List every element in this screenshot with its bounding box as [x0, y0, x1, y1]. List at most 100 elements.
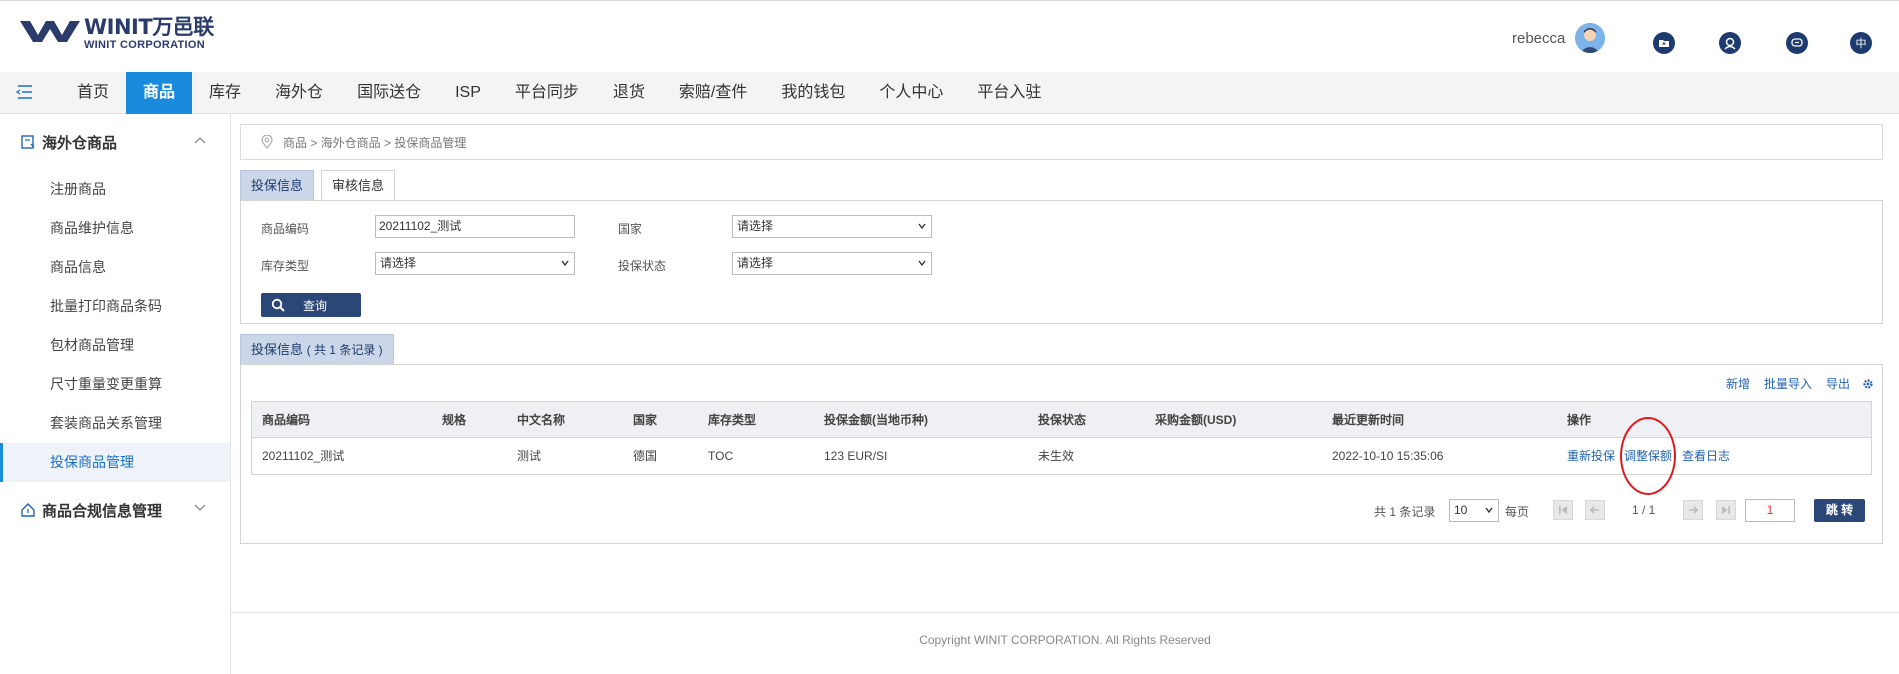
cell-stock-type: TOC — [708, 449, 734, 463]
nav-item-10[interactable]: 个人中心 — [862, 72, 960, 114]
upload-folder-icon[interactable] — [1653, 32, 1675, 54]
sidebar-item-3[interactable]: 批量打印商品条码 — [0, 287, 230, 326]
dropdown-arrow-icon — [918, 260, 926, 267]
dropdown-arrow-icon — [561, 260, 569, 267]
nav-item-7[interactable]: 退货 — [596, 72, 662, 114]
first-page-button[interactable] — [1553, 500, 1573, 520]
sidebar-item-2[interactable]: 商品信息 — [0, 248, 230, 287]
footer-copyright: Copyright WINIT CORPORATION. All Rights … — [919, 633, 1211, 647]
tab-insurance-info[interactable]: 投保信息 — [240, 170, 315, 200]
stock-type-select-value: 请选择 — [380, 256, 417, 270]
search-panel: 商品编码 20211102_测试 国家 请选择 库存类型 请选择 投保状态 请选… — [240, 200, 1883, 324]
page-number-input[interactable]: 1 — [1745, 499, 1795, 522]
batch-import-button[interactable]: 批量导入 — [1764, 375, 1812, 392]
sidebar-items: 注册商品 商品维护信息 商品信息 批量打印商品条码 包材商品管理 尺寸重量变更重算 套装商品… — [0, 170, 230, 482]
page-size-value: 10 — [1454, 503, 1468, 517]
country-select-value: 请选择 — [737, 219, 774, 233]
nav-item-11[interactable]: 平台入驻 — [960, 72, 1058, 114]
dropdown-arrow-icon — [918, 223, 926, 230]
col-operations: 操作 — [1567, 413, 1592, 427]
dropdown-arrow-icon — [1485, 507, 1493, 514]
insure-status-label: 投保状态 — [618, 259, 667, 273]
winit-logo[interactable]: WINIT万邑联 WINIT CORPORATION — [20, 15, 214, 55]
result-toolbar: 新增 批量导入 导出 — [1712, 375, 1874, 392]
cell-country: 德国 — [633, 449, 658, 463]
result-tab[interactable]: 投保信息 ( 共 1 条记录 ) — [240, 334, 394, 364]
country-select[interactable]: 请选择 — [732, 215, 932, 238]
page-size-select[interactable]: 10 — [1449, 499, 1499, 522]
sidebar-group-label: 海外仓商品 — [42, 134, 118, 152]
sidebar-item-5[interactable]: 尺寸重量变更重算 — [0, 365, 230, 404]
tab-review-info[interactable]: 审核信息 — [321, 170, 396, 200]
sidebar-group-overseas-products[interactable]: 海外仓商品 — [0, 114, 230, 170]
nav-item-0[interactable]: 首页 — [60, 72, 126, 114]
query-button[interactable]: 查询 — [261, 293, 361, 317]
country-label: 国家 — [618, 222, 643, 236]
next-page-button[interactable] — [1683, 500, 1703, 520]
nav-item-1[interactable]: 商品 — [126, 72, 193, 114]
export-button[interactable]: 导出 — [1826, 375, 1850, 392]
user-menu[interactable]: rebecca — [1512, 23, 1606, 53]
cell-last-updated: 2022-10-10 15:35:06 — [1332, 449, 1444, 463]
col-stock-type: 库存类型 — [708, 413, 757, 427]
nav-item-8[interactable]: 索赔/查件 — [662, 72, 764, 114]
col-insure-status: 投保状态 — [1038, 413, 1087, 427]
cell-insure-status: 未生效 — [1038, 449, 1075, 463]
col-purchase-amount: 采购金额(USD) — [1155, 413, 1237, 427]
col-last-updated: 最近更新时间 — [1332, 413, 1405, 427]
total-records-label: 共 1 条记录 — [1374, 505, 1436, 519]
sidebar-item-0[interactable]: 注册商品 — [0, 170, 230, 209]
nav-item-3[interactable]: 海外仓 — [258, 72, 340, 114]
insure-status-select[interactable]: 请选择 — [732, 252, 932, 275]
nav-item-9[interactable]: 我的钱包 — [764, 72, 862, 114]
sidebar-item-6[interactable]: 套装商品关系管理 — [0, 404, 230, 443]
page-info: 1 / 1 — [1632, 503, 1656, 517]
arrow-right-icon — [1689, 506, 1699, 514]
logo-sub-text: WINIT CORPORATION — [84, 39, 205, 51]
sidebar-group-compliance[interactable]: 商品合规信息管理 — [0, 482, 230, 538]
nav-items: 首页 商品 库存 海外仓 国际送仓 ISP 平台同步 退货 索赔/查件 我的钱包 个人中心 平台入驻 — [60, 72, 1058, 114]
product-code-label: 商品编码 — [261, 222, 310, 236]
sidebar-item-4[interactable]: 包材商品管理 — [0, 326, 230, 365]
nav-item-6[interactable]: 平台同步 — [498, 72, 596, 114]
first-page-icon — [1559, 506, 1567, 514]
sidebar-group-label: 商品合规信息管理 — [42, 502, 163, 520]
arrow-left-icon — [1589, 506, 1599, 514]
jump-button[interactable]: 跳 转 — [1814, 499, 1865, 522]
main-nav: 首页 商品 库存 海外仓 国际送仓 ISP 平台同步 退货 索赔/查件 我的钱包 个人中心 平台入驻 — [0, 72, 1899, 114]
footer-divider — [231, 612, 1899, 613]
avatar[interactable] — [1575, 23, 1606, 53]
logo-mark-icon — [20, 21, 80, 42]
cell-cn-name: 测试 — [517, 449, 542, 463]
col-country: 国家 — [633, 413, 658, 427]
breadcrumb: 商品 > 海外仓商品 > 投保商品管理 — [240, 124, 1883, 160]
col-spec: 规格 — [442, 413, 467, 427]
settings-gear-icon[interactable] — [1862, 378, 1874, 390]
prev-page-button[interactable] — [1585, 500, 1605, 520]
reinsure-link[interactable]: 重新投保 — [1567, 438, 1615, 474]
sidebar-item-1[interactable]: 商品维护信息 — [0, 209, 230, 248]
cell-product-code: 20211102_测试 — [262, 449, 345, 463]
language-switch-icon[interactable]: 中 — [1850, 32, 1872, 54]
customer-service-icon[interactable] — [1719, 32, 1741, 54]
compliance-home-icon — [21, 503, 35, 517]
nav-item-4[interactable]: 国际送仓 — [340, 72, 438, 114]
top-header: WINIT万邑联 WINIT CORPORATION rebecca 中 — [0, 0, 1899, 72]
nav-item-2[interactable]: 库存 — [192, 72, 258, 114]
nav-item-5[interactable]: ISP — [438, 72, 498, 114]
last-page-icon — [1722, 506, 1730, 514]
last-page-button[interactable] — [1716, 500, 1736, 520]
logo-brand-text: WINIT万邑联 — [84, 15, 214, 39]
menu-toggle-icon[interactable] — [16, 84, 34, 100]
sidebar-item-7[interactable]: 投保商品管理 — [0, 443, 230, 482]
result-count: ( 共 1 条记录 ) — [306, 343, 383, 357]
message-icon[interactable] — [1786, 32, 1808, 54]
view-log-link[interactable]: 查看日志 — [1682, 438, 1730, 474]
stock-type-select[interactable]: 请选择 — [375, 252, 575, 275]
product-code-input[interactable]: 20211102_测试 — [375, 215, 575, 238]
highlight-circle-annotation — [1620, 417, 1676, 495]
result-tab-label: 投保信息 — [251, 342, 304, 357]
add-button[interactable]: 新增 — [1726, 375, 1750, 392]
chevron-up-icon — [194, 137, 206, 144]
query-button-label: 查询 — [303, 298, 328, 313]
